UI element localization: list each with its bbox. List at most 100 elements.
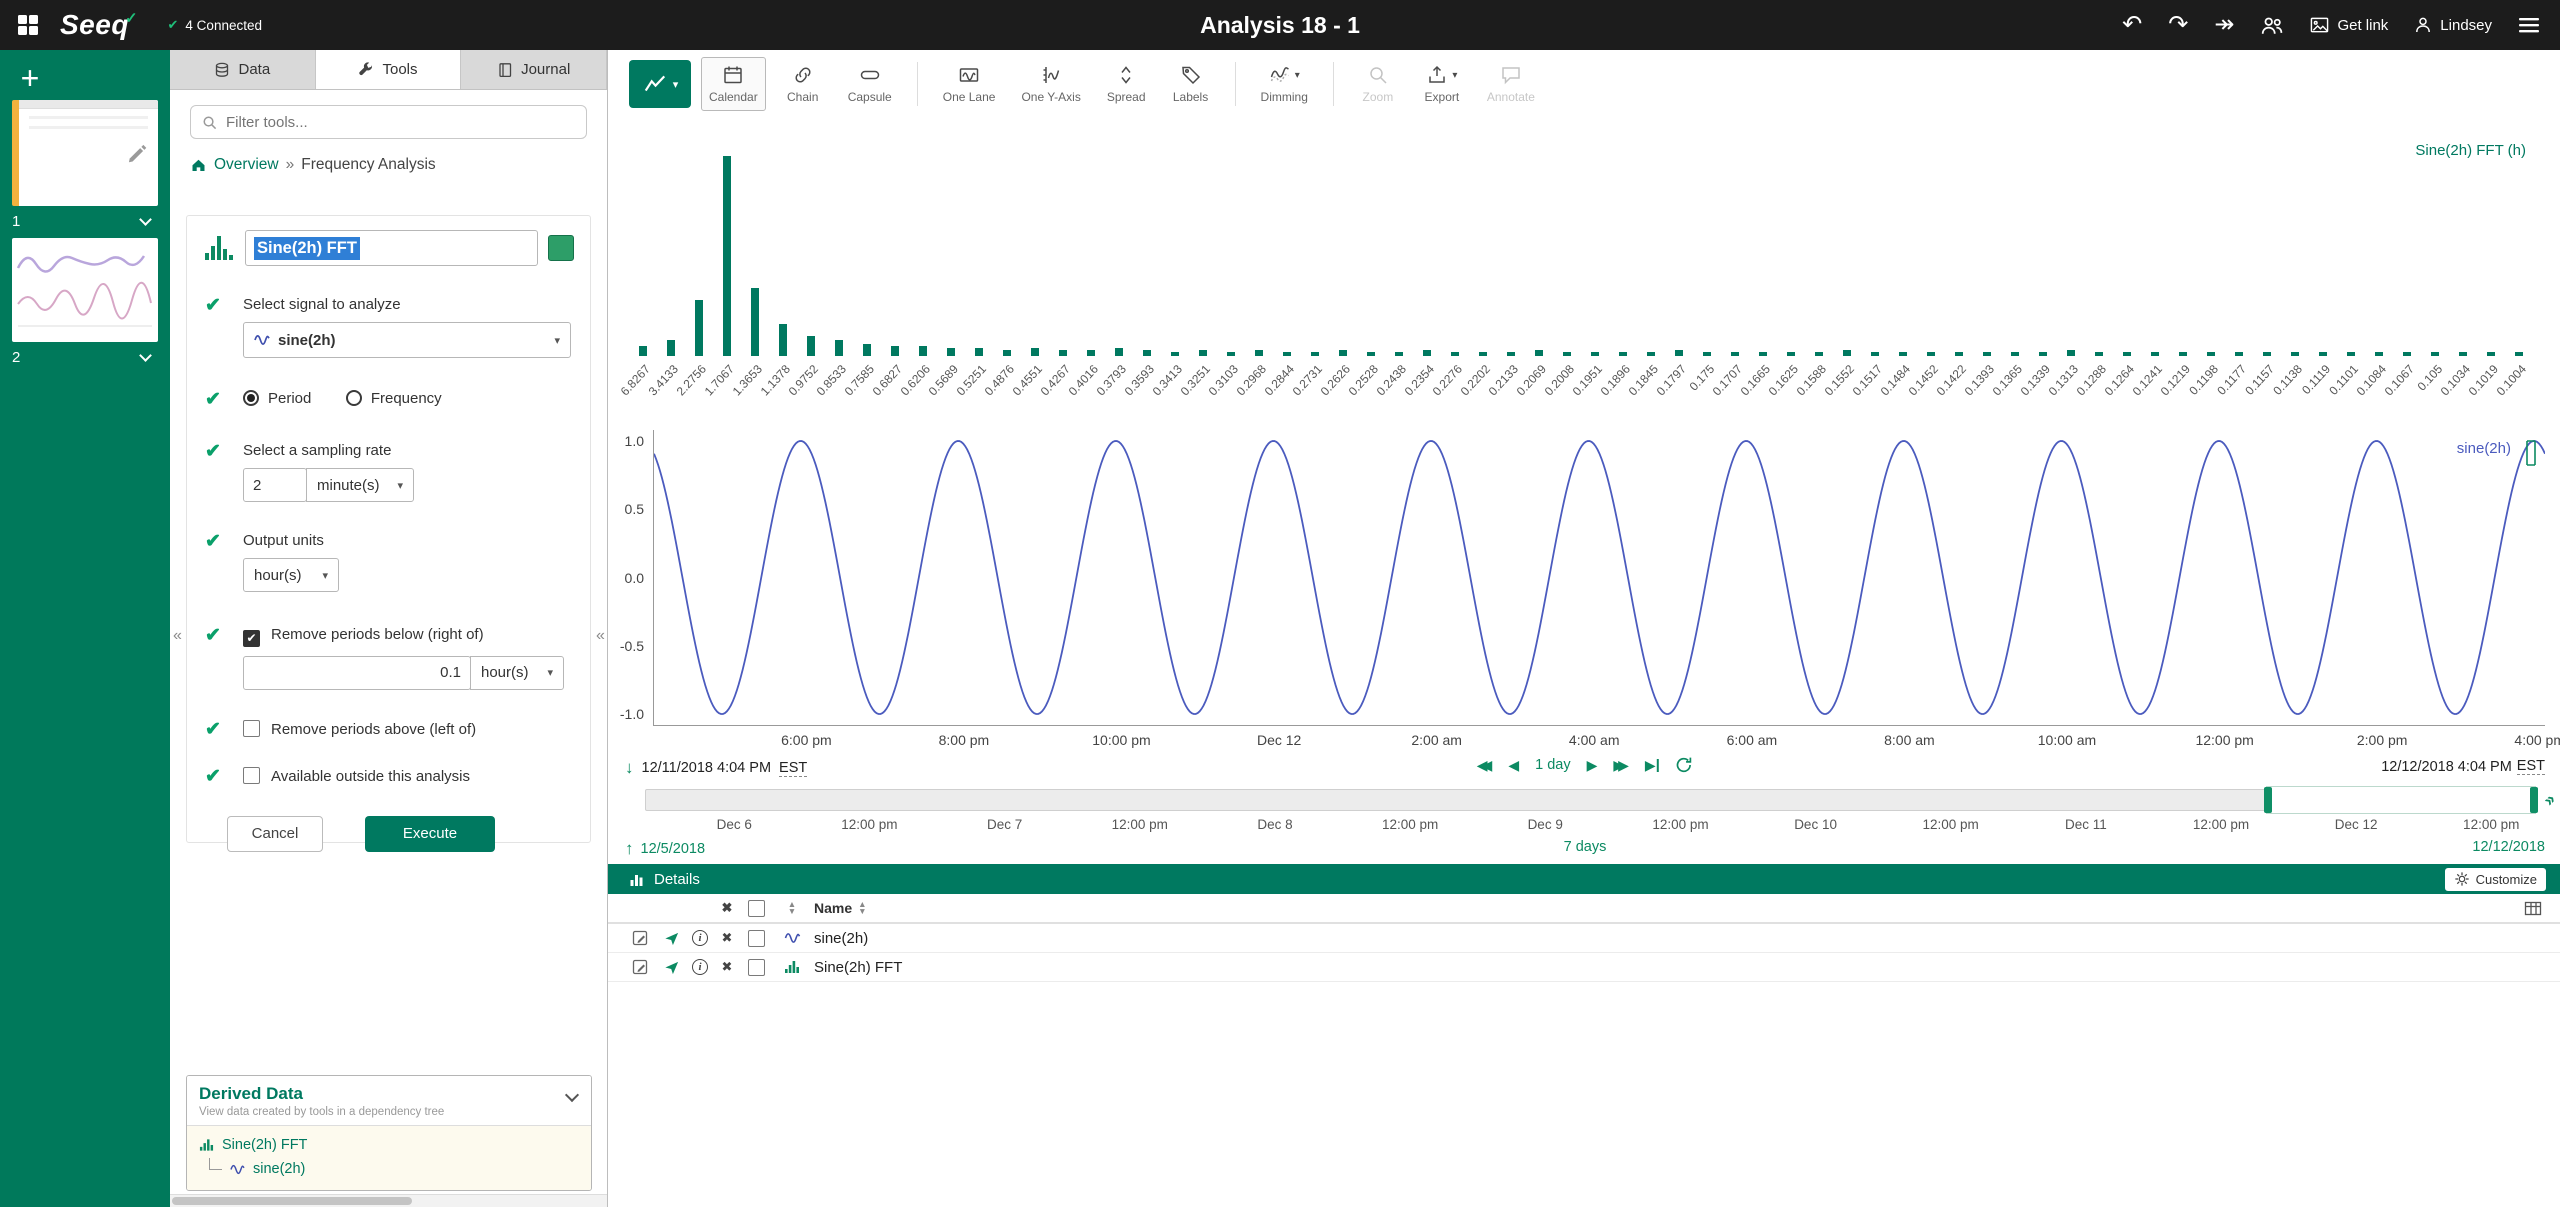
step-back-fast-icon[interactable]: ◀◀ <box>1477 758 1493 772</box>
sine-trend-plot[interactable]: sine(2h) 1.00.50.0-0.5-1.06:00 pm8:00 pm… <box>653 430 2545 726</box>
timezone-label[interactable]: EST <box>779 760 807 777</box>
present-forward-icon[interactable]: ↠ <box>2214 13 2234 37</box>
edit-pencil-icon[interactable] <box>632 930 649 947</box>
customize-button[interactable]: Customize <box>2445 868 2546 891</box>
toolbar-button-spread[interactable]: Spread <box>1099 57 1154 111</box>
signal-select-dropdown[interactable]: sine(2h) ▾ <box>243 322 571 358</box>
users-icon[interactable] <box>2260 14 2284 36</box>
toolbar-button-calendar[interactable]: Calendar <box>701 57 766 111</box>
item-name[interactable]: Sine(2h) FFT <box>812 959 902 976</box>
investigate-duration[interactable]: 7 days <box>1564 839 1607 855</box>
send-to-trend-icon[interactable] <box>663 930 680 947</box>
select-all-checkbox[interactable] <box>748 900 765 917</box>
scrollbar-thumb[interactable] <box>172 1197 412 1205</box>
toolbar-button-capsule[interactable]: Capsule <box>840 57 900 111</box>
sampling-unit-dropdown[interactable]: minute(s)▾ <box>306 468 414 502</box>
collapse-tools-handle[interactable]: « <box>596 628 605 644</box>
output-unit-dropdown[interactable]: hour(s)▾ <box>243 558 339 592</box>
info-icon[interactable]: i <box>692 959 708 975</box>
tool-name-input[interactable]: Sine(2h) FFT <box>245 230 538 266</box>
sine-series-legend[interactable]: sine(2h) <box>2457 440 2511 457</box>
timezone-label[interactable]: EST <box>2517 758 2545 775</box>
redo-icon[interactable]: ↷ <box>2168 13 2188 37</box>
radio-period[interactable]: Period <box>243 390 311 407</box>
display-range-end[interactable]: 12/12/2018 4:04 PM EST <box>2381 758 2545 775</box>
timeline-selection-region[interactable] <box>2266 786 2536 814</box>
execute-button[interactable]: Execute <box>365 816 495 852</box>
color-swatch-button[interactable] <box>548 235 574 261</box>
y-axis-bracket-icon[interactable] <box>2525 440 2537 466</box>
range-step-label[interactable]: 1 day <box>1535 757 1570 773</box>
connection-status[interactable]: ✔ 4 Connected <box>168 17 262 33</box>
get-link-button[interactable]: Get link <box>2310 16 2388 34</box>
worksheet-menu-chevron-icon[interactable] <box>139 349 152 362</box>
view-selector-button[interactable]: ▾ <box>629 60 691 108</box>
details-row-sine[interactable]: i ✖ sine(2h) <box>608 924 2560 953</box>
filter-tools-input[interactable] <box>226 114 575 131</box>
step-forward-fast-icon[interactable]: ▶▶ <box>1613 758 1629 772</box>
step-to-end-icon[interactable]: ▶ <box>1645 758 1659 772</box>
available-outside-checkbox[interactable]: Available outside this analysis <box>243 768 470 785</box>
derived-item-fft[interactable]: Sine(2h) FFT <box>199 1133 579 1157</box>
name-column-header[interactable]: Name <box>814 900 852 916</box>
derived-item-sine[interactable]: sine(2h) <box>209 1157 579 1181</box>
cancel-button[interactable]: Cancel <box>227 816 323 852</box>
row-checkbox[interactable] <box>748 959 765 976</box>
remove-below-checkbox[interactable]: ✔Remove periods below (right of) <box>243 626 484 643</box>
investigate-timeline[interactable] <box>645 789 2537 811</box>
radio-frequency[interactable]: Frequency <box>346 390 442 407</box>
tab-tools[interactable]: Tools <box>316 50 462 89</box>
toolbar-button-dimming[interactable]: ▾ Dimming <box>1253 57 1316 111</box>
derived-item-link[interactable]: Sine(2h) FFT <box>222 1137 307 1153</box>
seeq-logo[interactable]: Seeq ✓ <box>60 11 138 39</box>
add-column-icon[interactable] <box>2524 900 2542 917</box>
worksheet-menu-chevron-icon[interactable] <box>139 213 152 226</box>
undo-icon[interactable]: ↶ <box>2122 13 2142 37</box>
remove-all-icon[interactable]: ✖ <box>722 900 733 916</box>
info-icon[interactable]: i <box>692 930 708 946</box>
selection-handle-left[interactable] <box>2264 787 2272 813</box>
display-range-start[interactable]: ↓ 12/11/2018 4:04 PM EST <box>625 758 807 778</box>
toolbar-button-one-lane[interactable]: One Lane <box>935 57 1004 111</box>
worksheet-thumbnail-2[interactable] <box>12 238 158 342</box>
step-back-icon[interactable]: ◀ <box>1508 758 1519 772</box>
refresh-icon[interactable] <box>1675 756 1693 774</box>
send-to-trend-icon[interactable] <box>663 959 680 976</box>
derived-item-link[interactable]: sine(2h) <box>253 1161 305 1177</box>
worksheet-thumbnail-1[interactable] <box>12 100 158 206</box>
investigate-end[interactable]: 12/12/2018 <box>2472 839 2545 855</box>
apps-grid-icon[interactable] <box>16 13 40 37</box>
add-worksheet-button[interactable]: + <box>18 62 42 94</box>
user-menu[interactable]: Lindsey <box>2414 16 2492 34</box>
breadcrumb-overview-link[interactable]: Overview <box>214 156 279 174</box>
home-icon[interactable] <box>190 157 207 173</box>
investigate-start[interactable]: ↑ 12/5/2018 <box>625 839 705 859</box>
signal-icon <box>230 1163 245 1176</box>
toolbar-button-one-y-axis[interactable]: One Y-Axis <box>1013 57 1088 111</box>
timeline-tick-label: Dec 10 <box>1794 817 1837 832</box>
toolbar-button-labels[interactable]: Labels <box>1164 57 1218 111</box>
remove-above-checkbox[interactable]: Remove periods above (left of) <box>243 721 476 738</box>
remove-below-value-input[interactable] <box>243 656 471 690</box>
step-forward-icon[interactable]: ▶ <box>1587 758 1598 772</box>
tab-journal[interactable]: Journal <box>461 50 607 89</box>
horizontal-scrollbar[interactable] <box>170 1194 607 1207</box>
toolbar-button-chain[interactable]: Chain <box>776 57 830 111</box>
sort-name-control[interactable]: ▲▼ <box>858 901 866 915</box>
selection-handle-right[interactable] <box>2530 787 2538 813</box>
remove-below-unit-dropdown[interactable]: hour(s)▾ <box>470 656 564 690</box>
hamburger-menu-icon[interactable] <box>2518 15 2540 35</box>
collapse-sidebar-handle[interactable]: « <box>173 628 182 644</box>
item-name[interactable]: sine(2h) <box>812 930 868 947</box>
remove-item-icon[interactable]: ✖ <box>722 959 733 975</box>
toolbar-button-export[interactable]: ▾ Export <box>1415 57 1469 111</box>
remove-item-icon[interactable]: ✖ <box>722 930 733 946</box>
details-row-fft[interactable]: i ✖ Sine(2h) FFT <box>608 953 2560 982</box>
row-checkbox[interactable] <box>748 930 765 947</box>
thumbnail-toolbar-hint <box>19 100 158 109</box>
edit-pencil-icon[interactable] <box>632 959 649 976</box>
timeline-expand-icon[interactable]: » <box>2539 790 2560 811</box>
sampling-rate-input[interactable] <box>243 468 307 502</box>
sort-type-control[interactable]: ▲▼ <box>788 901 796 915</box>
tab-data[interactable]: Data <box>170 50 316 89</box>
